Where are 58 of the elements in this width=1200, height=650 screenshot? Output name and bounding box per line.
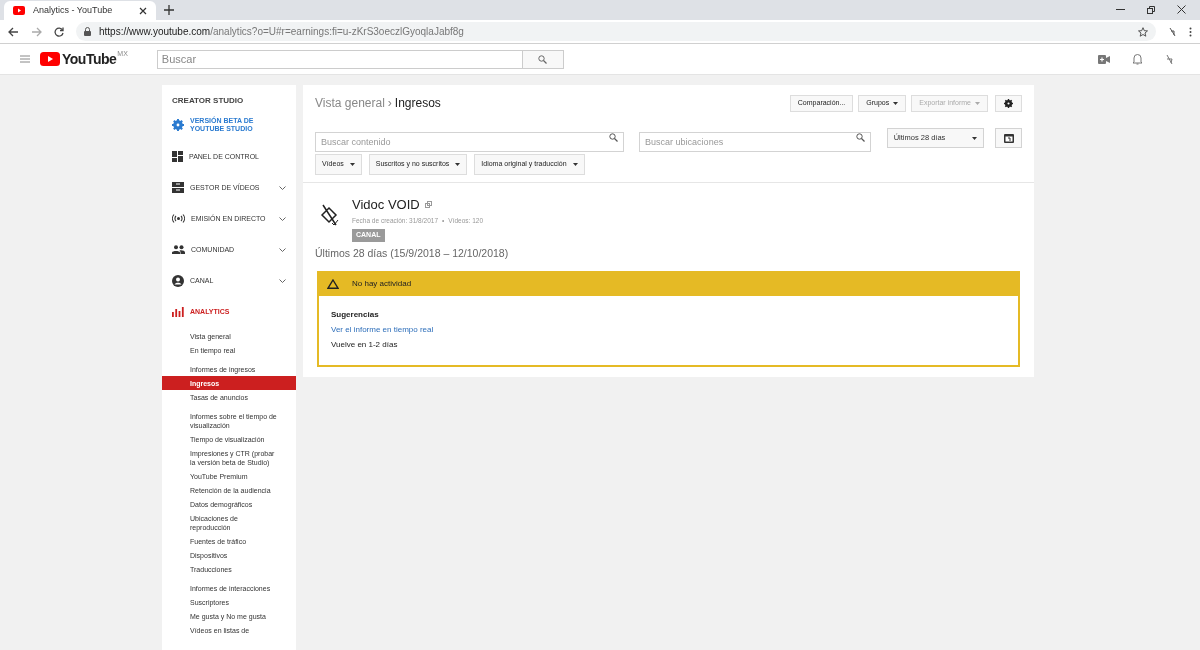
suggestions-heading: Sugerencias bbox=[331, 308, 380, 321]
breadcrumb-separator: › bbox=[387, 95, 392, 112]
logo-text[interactable]: YouTube bbox=[62, 51, 117, 67]
youtube-logo-icon[interactable] bbox=[40, 51, 60, 66]
url-text: https://www.youtube.com/analytics?o=U#r=earnings:fi=u-zKrS3oeczlGyoqlaJabf8g bbox=[99, 25, 465, 39]
settings-icon bbox=[172, 119, 184, 131]
youtube-logo-icon bbox=[13, 6, 25, 15]
caret-icon bbox=[972, 136, 978, 140]
caret-icon bbox=[455, 163, 461, 166]
chevron-down-icon[interactable] bbox=[279, 216, 286, 221]
suggestion-text: Vuelve en 1-2 días bbox=[331, 338, 399, 351]
settings-icon bbox=[1004, 99, 1013, 108]
search-icon bbox=[855, 133, 865, 142]
address-bar[interactable]: https://www.youtube.com/analytics?o=U#r=earnings:fi=u-zKrS3oeczlGyoqlaJabf8g bbox=[76, 22, 1156, 41]
page-title: Ingresos bbox=[394, 95, 441, 112]
back-icon[interactable] bbox=[8, 26, 19, 37]
real-time-report-link[interactable]: Ver el informe en tiempo real bbox=[331, 323, 434, 336]
warning-icon bbox=[327, 279, 339, 289]
reload-icon[interactable] bbox=[54, 26, 64, 37]
caret-icon bbox=[349, 163, 355, 166]
sidebar-title: CREATOR STUDIO bbox=[171, 95, 245, 107]
calendar-icon bbox=[1003, 133, 1014, 143]
bell-icon[interactable] bbox=[1132, 53, 1143, 65]
chevron-down-icon[interactable] bbox=[279, 247, 286, 252]
alert-title: No hay actividad bbox=[352, 278, 412, 290]
video-camera-icon[interactable] bbox=[1098, 54, 1110, 64]
bar-chart-icon bbox=[172, 306, 184, 317]
dashboard-icon bbox=[172, 151, 183, 162]
account-icon bbox=[172, 274, 184, 287]
caret-icon bbox=[975, 102, 980, 105]
restore-icon[interactable] bbox=[1147, 5, 1155, 14]
more-icon[interactable] bbox=[1189, 26, 1192, 37]
chevron-down-icon[interactable] bbox=[279, 278, 286, 283]
search-icon bbox=[609, 133, 619, 142]
caret-icon bbox=[893, 102, 899, 105]
close-icon[interactable] bbox=[139, 6, 147, 15]
star-icon[interactable] bbox=[1138, 26, 1148, 37]
browser-tab[interactable]: Analytics - YouTube bbox=[4, 1, 156, 20]
new-tab-icon[interactable] bbox=[164, 5, 174, 15]
tab-title: Analytics - YouTube bbox=[33, 3, 114, 17]
lock-icon bbox=[84, 27, 91, 36]
caret-icon bbox=[572, 163, 578, 166]
calendar-button[interactable] bbox=[995, 128, 1022, 148]
chevron-down-icon[interactable] bbox=[279, 185, 286, 190]
broadcast-icon bbox=[172, 214, 185, 223]
people-icon bbox=[172, 245, 185, 254]
close-icon[interactable] bbox=[1177, 5, 1186, 14]
settings-button[interactable] bbox=[995, 95, 1022, 112]
location-search-field[interactable]: Buscar ubicaciones bbox=[639, 132, 871, 152]
search-icon bbox=[538, 54, 548, 64]
channel-name[interactable]: Vidoc VOID bbox=[352, 195, 420, 215]
search-field[interactable]: Buscar bbox=[156, 49, 523, 69]
content-search-field[interactable]: Buscar contenido bbox=[315, 132, 625, 152]
video-list-icon bbox=[172, 182, 184, 193]
external-link-icon[interactable] bbox=[424, 201, 432, 209]
minimize-icon[interactable] bbox=[1116, 8, 1125, 11]
date-range-text: Últimos 28 días (15/9/2018 – 12/10/2018) bbox=[314, 245, 510, 261]
breadcrumb-link[interactable]: Vista general bbox=[315, 94, 385, 112]
